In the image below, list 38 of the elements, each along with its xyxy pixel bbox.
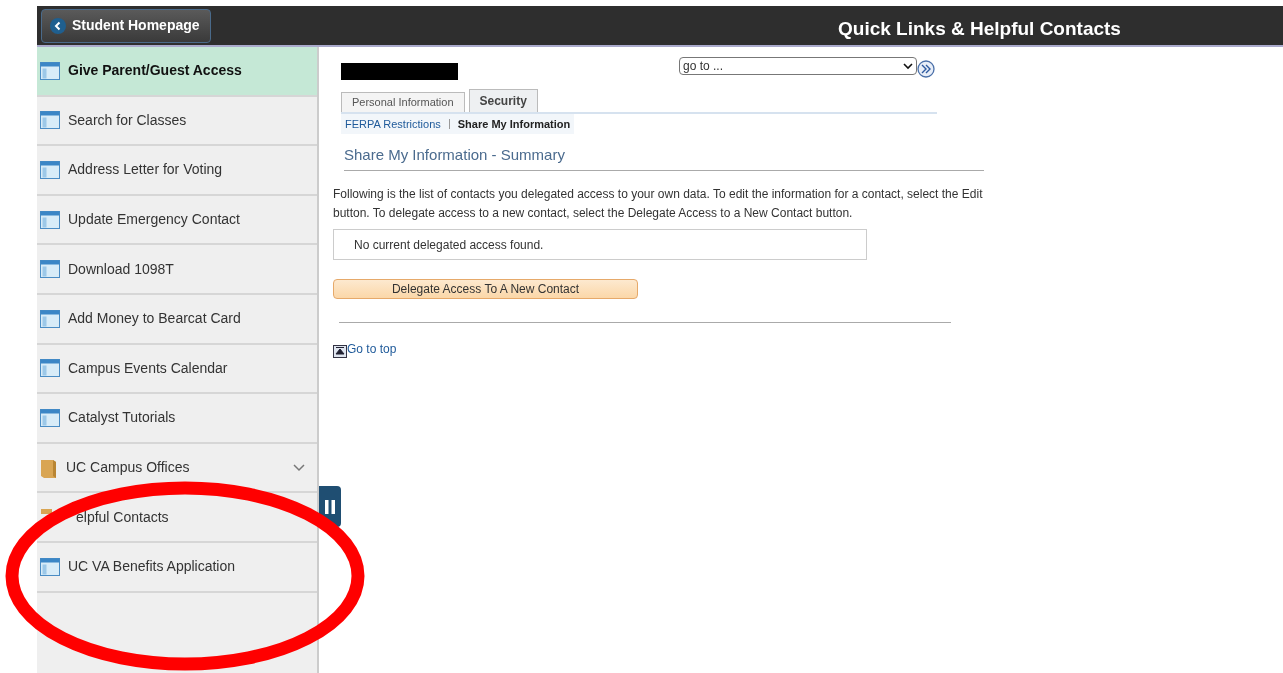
- go-to-dropdown[interactable]: go to ...: [679, 57, 917, 75]
- delegate-access-button[interactable]: Delegate Access To A New Contact: [333, 278, 638, 299]
- section-title: Share My Information - Summary: [344, 144, 984, 171]
- folder-icon: [40, 507, 52, 515]
- subtab-link[interactable]: Share My Information: [457, 115, 571, 133]
- empty-message: No current delegated access found.: [354, 237, 544, 252]
- sidebar-item[interactable]: UC VA Benefits Application: [37, 542, 317, 593]
- caret-icon: [903, 62, 913, 70]
- window-icon: [40, 359, 60, 378]
- tab[interactable]: Security: [468, 89, 538, 112]
- window-icon: [40, 210, 60, 229]
- window-icon: [40, 408, 60, 427]
- sidebar-item[interactable]: Catalyst Tutorials: [37, 394, 317, 444]
- chevron-down-icon[interactable]: [293, 463, 305, 472]
- tab[interactable]: Personal Information: [341, 92, 465, 112]
- sidebar-item[interactable]: UC Campus Offices: [37, 443, 317, 494]
- sidebar-item[interactable]: elpful Contacts: [37, 493, 317, 543]
- window-icon: [40, 161, 60, 179]
- sidebar-item[interactable]: Add Money to Bearcat Card: [37, 294, 317, 345]
- go-to-top-link[interactable]: Go to top: [347, 339, 397, 358]
- window-icon: [40, 260, 60, 279]
- back-chevron-icon: [50, 17, 66, 34]
- sidebar-item[interactable]: Download 1098T: [37, 245, 317, 295]
- sidebar-item[interactable]: Update Emergency Contact: [37, 195, 317, 246]
- window-icon: [40, 557, 60, 576]
- sidebar-item[interactable]: Search for Classes: [37, 96, 317, 147]
- window-icon: [40, 309, 60, 328]
- page-title: Quick Links & Helpful Contacts: [838, 17, 1121, 41]
- folder-icon: [40, 457, 58, 478]
- window-icon: [40, 111, 60, 130]
- instructions-text: Following is the list of contacts you delegated access to your own data. To edit the information for a contact, select the Edit button. To delegate access to a new contact, select the Delegate Access to a New Contact button.: [333, 185, 984, 222]
- subtab-link[interactable]: FERPA Restrictions: [345, 115, 441, 133]
- window-icon: [40, 61, 60, 80]
- pause-bars-icon: [325, 499, 335, 514]
- sidebar-item[interactable]: Address Letter for Voting: [37, 146, 317, 196]
- sidebar-item[interactable]: Give Parent/Guest Access: [37, 47, 317, 97]
- sidebar-item[interactable]: Campus Events Calendar: [37, 344, 317, 395]
- back-button[interactable]: Student Homepage: [41, 8, 211, 43]
